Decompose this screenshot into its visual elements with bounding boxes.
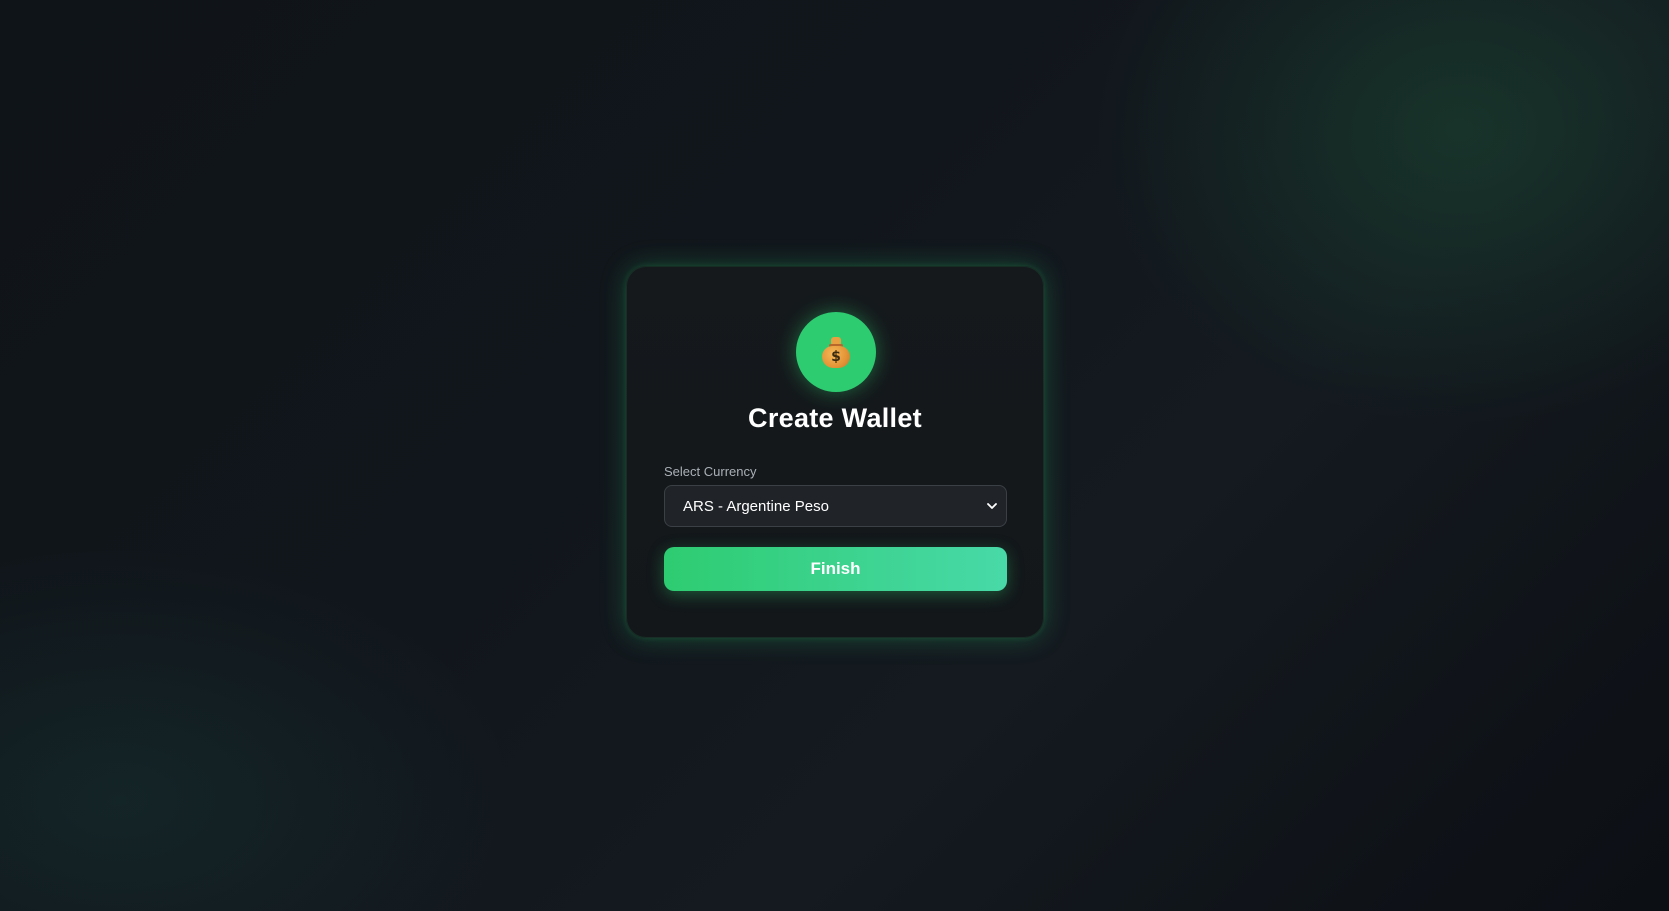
finish-button[interactable]: Finish (664, 547, 1007, 591)
money-bag-icon: $ (821, 335, 851, 369)
currency-selected-value: ARS - Argentine Peso (683, 497, 829, 515)
currency-label: Select Currency (664, 464, 757, 479)
chevron-down-icon (986, 500, 998, 512)
page-title: Create Wallet (748, 403, 922, 433)
wallet-logo: $ (796, 312, 876, 392)
currency-select[interactable]: ARS - Argentine Peso (664, 485, 1007, 527)
create-wallet-card: $ Create Wallet Select Currency ARS - Ar… (626, 266, 1044, 638)
